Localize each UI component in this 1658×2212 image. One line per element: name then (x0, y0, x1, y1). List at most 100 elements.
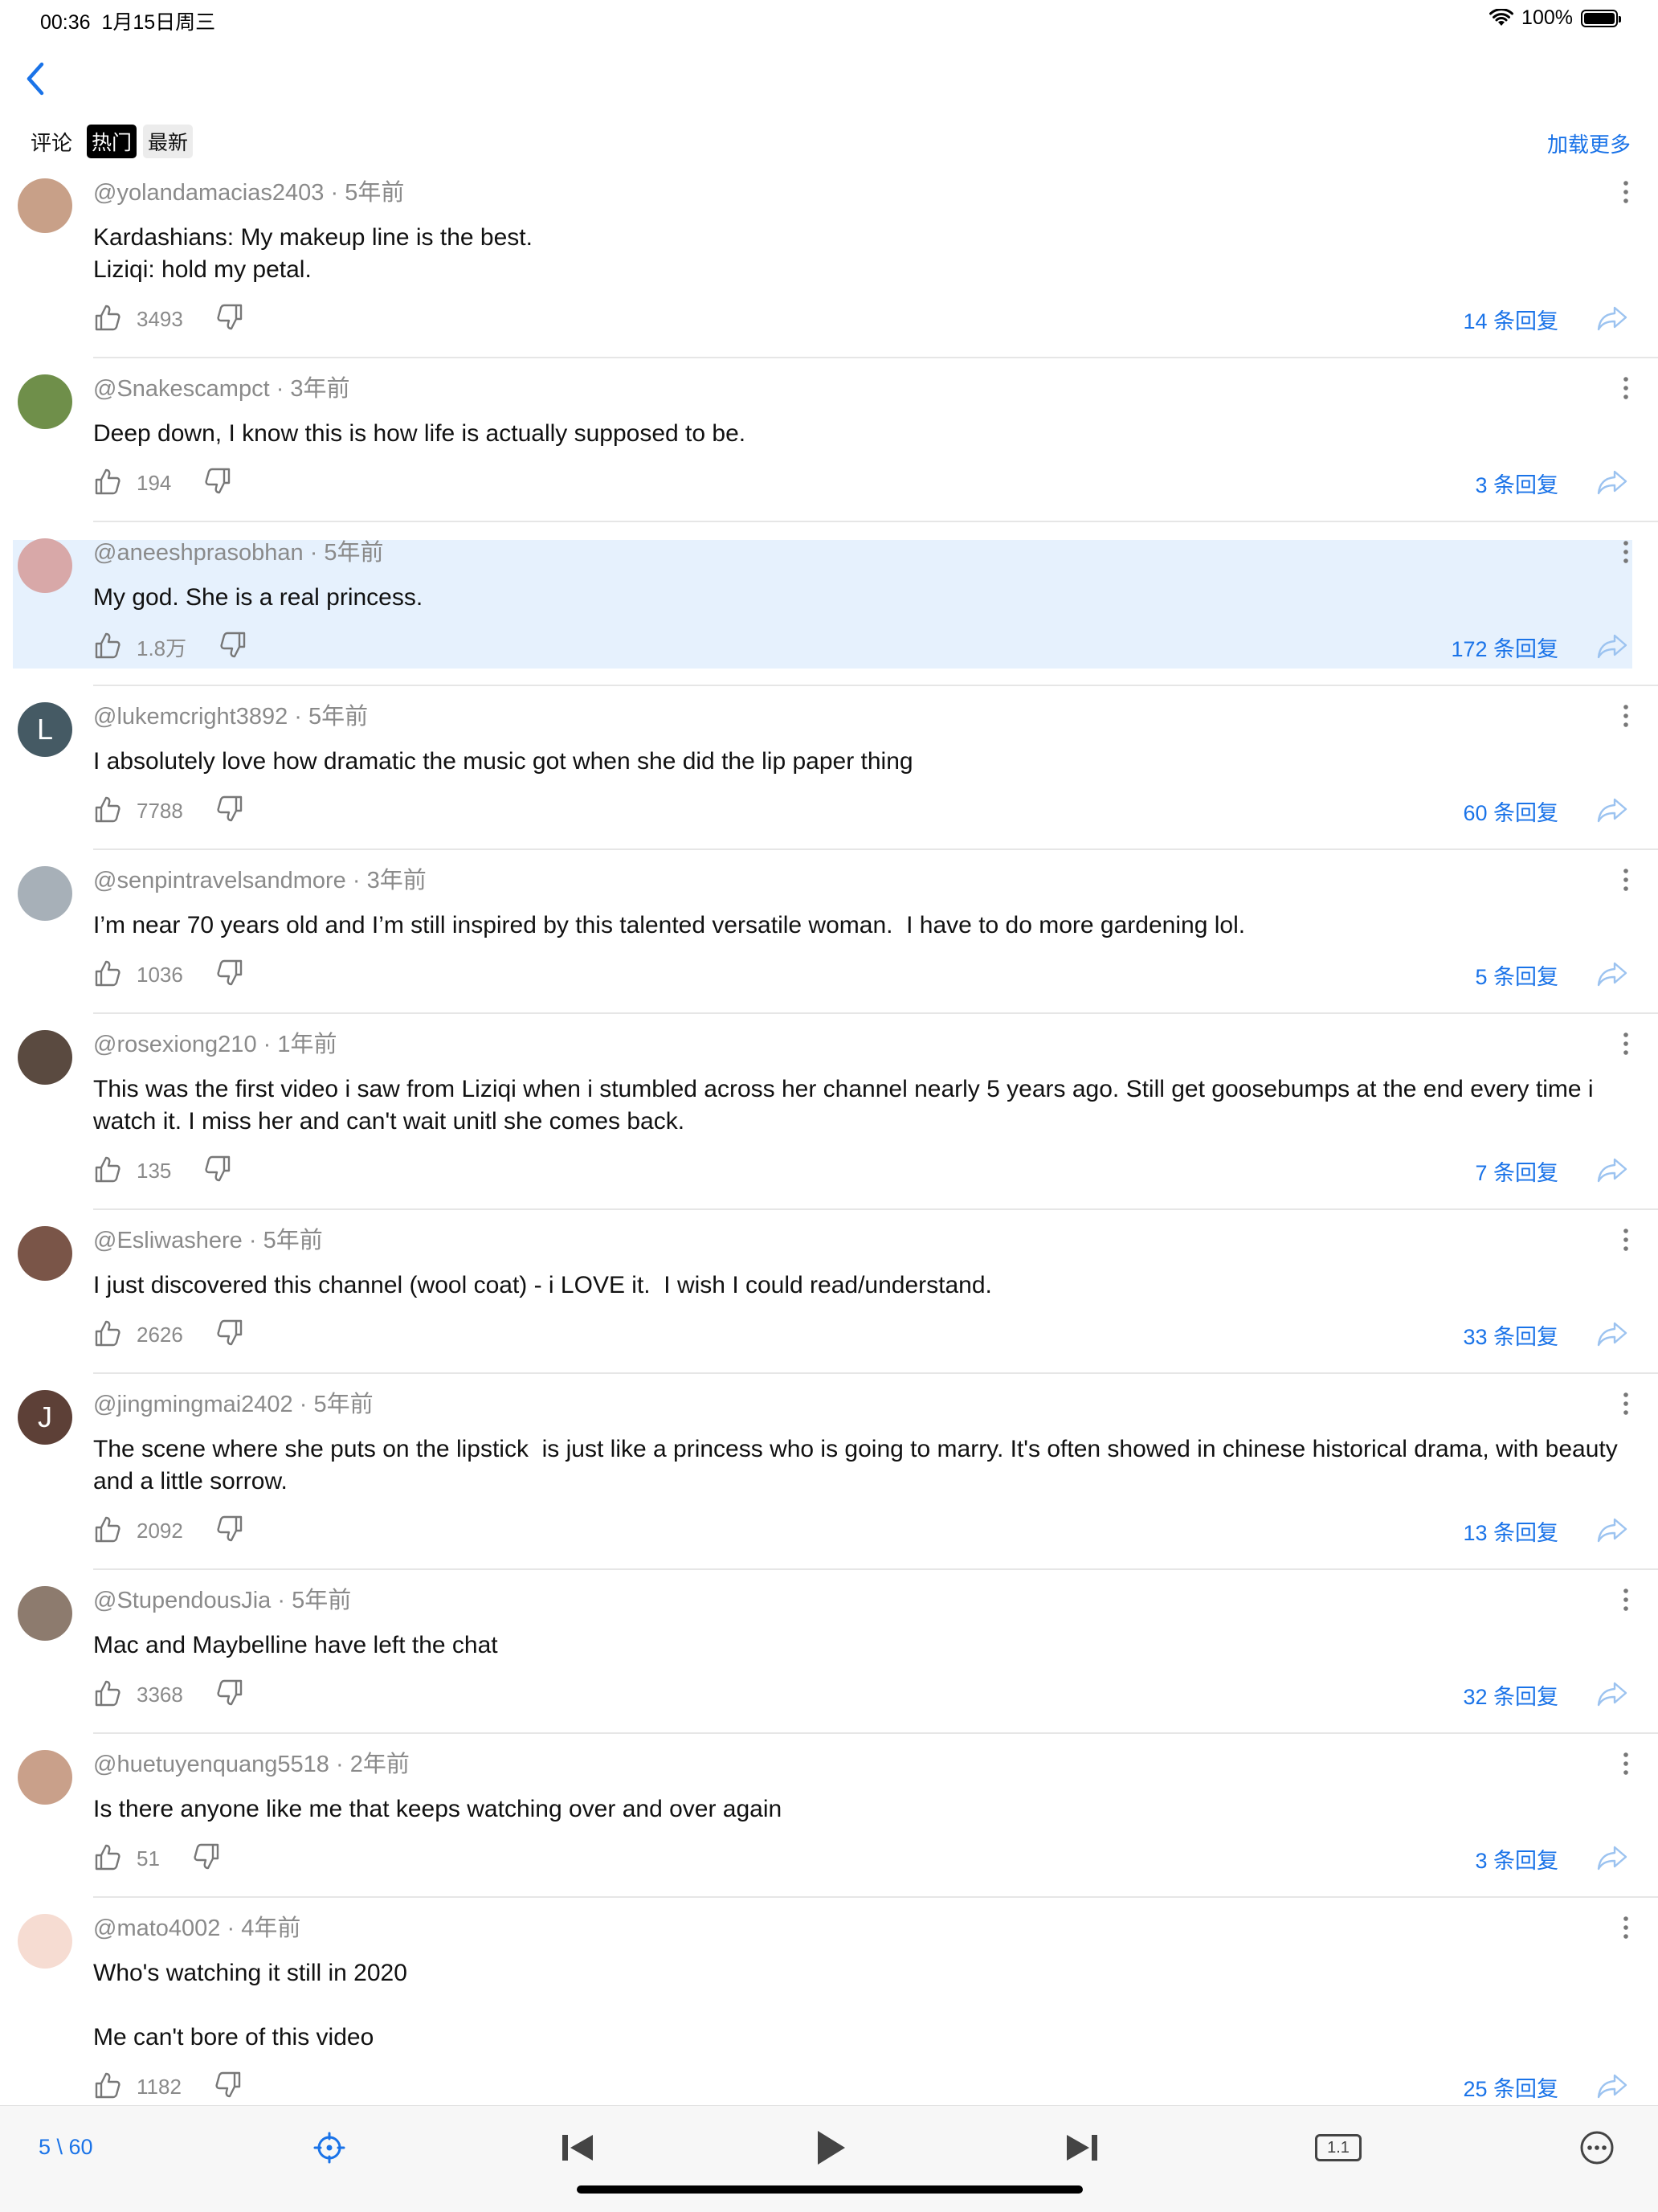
comment-username[interactable]: @mato4002 (93, 1916, 220, 1941)
avatar[interactable]: J (18, 1390, 72, 1445)
dislike-button[interactable] (192, 1842, 221, 1875)
like-button[interactable] (93, 2071, 122, 2104)
dislike-button[interactable] (203, 467, 232, 500)
like-button[interactable] (93, 1678, 122, 1711)
comment-item[interactable]: @senpintravelsandmore · 3年前 I’m near 70 y… (0, 850, 1658, 1014)
replies-link[interactable]: 33 条回复 (1463, 1319, 1558, 1351)
dislike-button[interactable] (203, 1155, 232, 1188)
play-button[interactable] (807, 2124, 855, 2172)
avatar[interactable] (18, 1750, 72, 1805)
replies-link[interactable]: 3 条回复 (1475, 468, 1558, 499)
replies-link[interactable]: 172 条回复 (1451, 632, 1558, 663)
next-button[interactable] (1057, 2124, 1105, 2172)
share-button[interactable] (1597, 1845, 1627, 1875)
comment-username[interactable]: @lukemcright3892 (93, 704, 288, 730)
replies-link[interactable]: 60 条回复 (1463, 795, 1558, 827)
load-more-button[interactable]: 加载更多 (1547, 129, 1631, 158)
share-button[interactable] (1597, 1321, 1627, 1351)
comment-item[interactable]: @yolandamacias2403 · 5年前 Kardashians: My … (0, 162, 1658, 358)
comment-username[interactable]: @huetuyenquang5518 (93, 1752, 329, 1777)
more-options-button[interactable] (1573, 2124, 1621, 2172)
share-button[interactable] (1597, 797, 1627, 827)
like-button[interactable] (93, 795, 122, 828)
comment-item[interactable]: J @jingmingmai2402 · 5年前 The scene where s… (0, 1374, 1658, 1570)
comment-username[interactable]: @senpintravelsandmore (93, 868, 346, 893)
dislike-button[interactable] (215, 959, 244, 992)
locate-button[interactable] (305, 2124, 353, 2172)
comment-item[interactable]: @rosexiong210 · 1年前 This was the first vi… (0, 1014, 1658, 1210)
avatar[interactable] (18, 1586, 72, 1641)
replies-link[interactable]: 13 条回复 (1463, 1515, 1558, 1547)
comment-more-button[interactable] (1623, 704, 1631, 732)
share-button[interactable] (1597, 961, 1627, 991)
avatar[interactable] (18, 538, 72, 593)
like-button[interactable] (93, 303, 122, 336)
dislike-button[interactable] (215, 1515, 244, 1548)
comment-item[interactable]: @Esliwashere · 5年前 I just discovered this… (0, 1210, 1658, 1374)
like-button[interactable] (93, 1515, 122, 1548)
comment-item[interactable]: @StupendousJia · 5年前 Mac and Maybelline h… (0, 1570, 1658, 1734)
replies-link[interactable]: 3 条回复 (1475, 1843, 1558, 1875)
comment-username[interactable]: @yolandamacias2403 (93, 180, 324, 206)
like-button[interactable] (93, 467, 122, 500)
tab-hot[interactable]: 热门 (87, 125, 137, 158)
avatar[interactable]: L (18, 702, 72, 757)
previous-button[interactable] (554, 2124, 602, 2172)
share-button[interactable] (1597, 469, 1627, 499)
avatar[interactable] (18, 1030, 72, 1085)
comment-username[interactable]: @aneeshprasobhan (93, 540, 304, 566)
dislike-button[interactable] (215, 1319, 244, 1351)
share-button[interactable] (1597, 633, 1627, 663)
comment-more-button[interactable] (1623, 1916, 1631, 1944)
comment-item[interactable]: L @lukemcright3892 · 5年前 I absolutely love… (0, 686, 1658, 850)
share-button[interactable] (1597, 305, 1627, 335)
like-count: 1182 (137, 2074, 182, 2099)
comment-username[interactable]: @rosexiong210 (93, 1032, 257, 1057)
like-button[interactable] (93, 1155, 122, 1188)
avatar[interactable] (18, 866, 72, 921)
comment-more-button[interactable] (1623, 1032, 1631, 1060)
tab-newest[interactable]: 最新 (143, 125, 194, 158)
dislike-button[interactable] (215, 795, 244, 828)
replies-link[interactable]: 32 条回复 (1463, 1679, 1558, 1711)
comment-more-button[interactable] (1623, 376, 1631, 404)
comment-item[interactable]: @mato4002 · 4年前 Who's watching it still i… (0, 1898, 1658, 2126)
replies-link[interactable]: 14 条回复 (1463, 304, 1558, 335)
dislike-button[interactable] (215, 303, 244, 336)
dislike-button[interactable] (218, 631, 247, 664)
comment-more-button[interactable] (1623, 1228, 1631, 1256)
replies-link[interactable]: 25 条回复 (1463, 2071, 1558, 2103)
comment-more-button[interactable] (1623, 180, 1631, 208)
replies-link[interactable]: 5 条回复 (1475, 959, 1558, 991)
comment-username[interactable]: @Esliwashere (93, 1228, 243, 1253)
avatar[interactable] (18, 374, 72, 429)
comment-more-button[interactable] (1623, 1588, 1631, 1616)
comment-more-button[interactable] (1623, 1752, 1631, 1780)
speed-button[interactable]: 1.1 (1314, 2124, 1362, 2172)
comment-item[interactable]: @huetuyenquang5518 · 2年前 Is there anyone … (0, 1734, 1658, 1898)
replies-link[interactable]: 7 条回复 (1475, 1155, 1558, 1187)
comment-username[interactable]: @StupendousJia (93, 1588, 271, 1613)
comment-username[interactable]: @Snakescampct (93, 376, 270, 402)
share-button[interactable] (1597, 1517, 1627, 1547)
avatar[interactable] (18, 1914, 72, 1969)
comment-item[interactable]: @aneeshprasobhan · 5年前 My god. She is a r… (0, 522, 1658, 686)
like-button[interactable] (93, 1842, 122, 1875)
dislike-button[interactable] (214, 2071, 243, 2104)
page-indicator[interactable]: 5 \ 60 (39, 2135, 93, 2160)
comment-more-button[interactable] (1623, 540, 1631, 568)
share-button[interactable] (1597, 1157, 1627, 1187)
avatar[interactable] (18, 178, 72, 233)
comment-more-button[interactable] (1623, 1392, 1631, 1420)
comment-more-button[interactable] (1623, 868, 1631, 896)
like-button[interactable] (93, 1319, 122, 1351)
share-button[interactable] (1597, 2073, 1627, 2103)
comment-item[interactable]: @Snakescampct · 3年前 Deep down, I know thi… (0, 358, 1658, 522)
like-button[interactable] (93, 959, 122, 992)
back-button[interactable] (16, 56, 55, 101)
avatar[interactable] (18, 1226, 72, 1281)
like-button[interactable] (93, 631, 122, 664)
dislike-button[interactable] (215, 1678, 244, 1711)
share-button[interactable] (1597, 1681, 1627, 1711)
comment-username[interactable]: @jingmingmai2402 (93, 1392, 293, 1417)
